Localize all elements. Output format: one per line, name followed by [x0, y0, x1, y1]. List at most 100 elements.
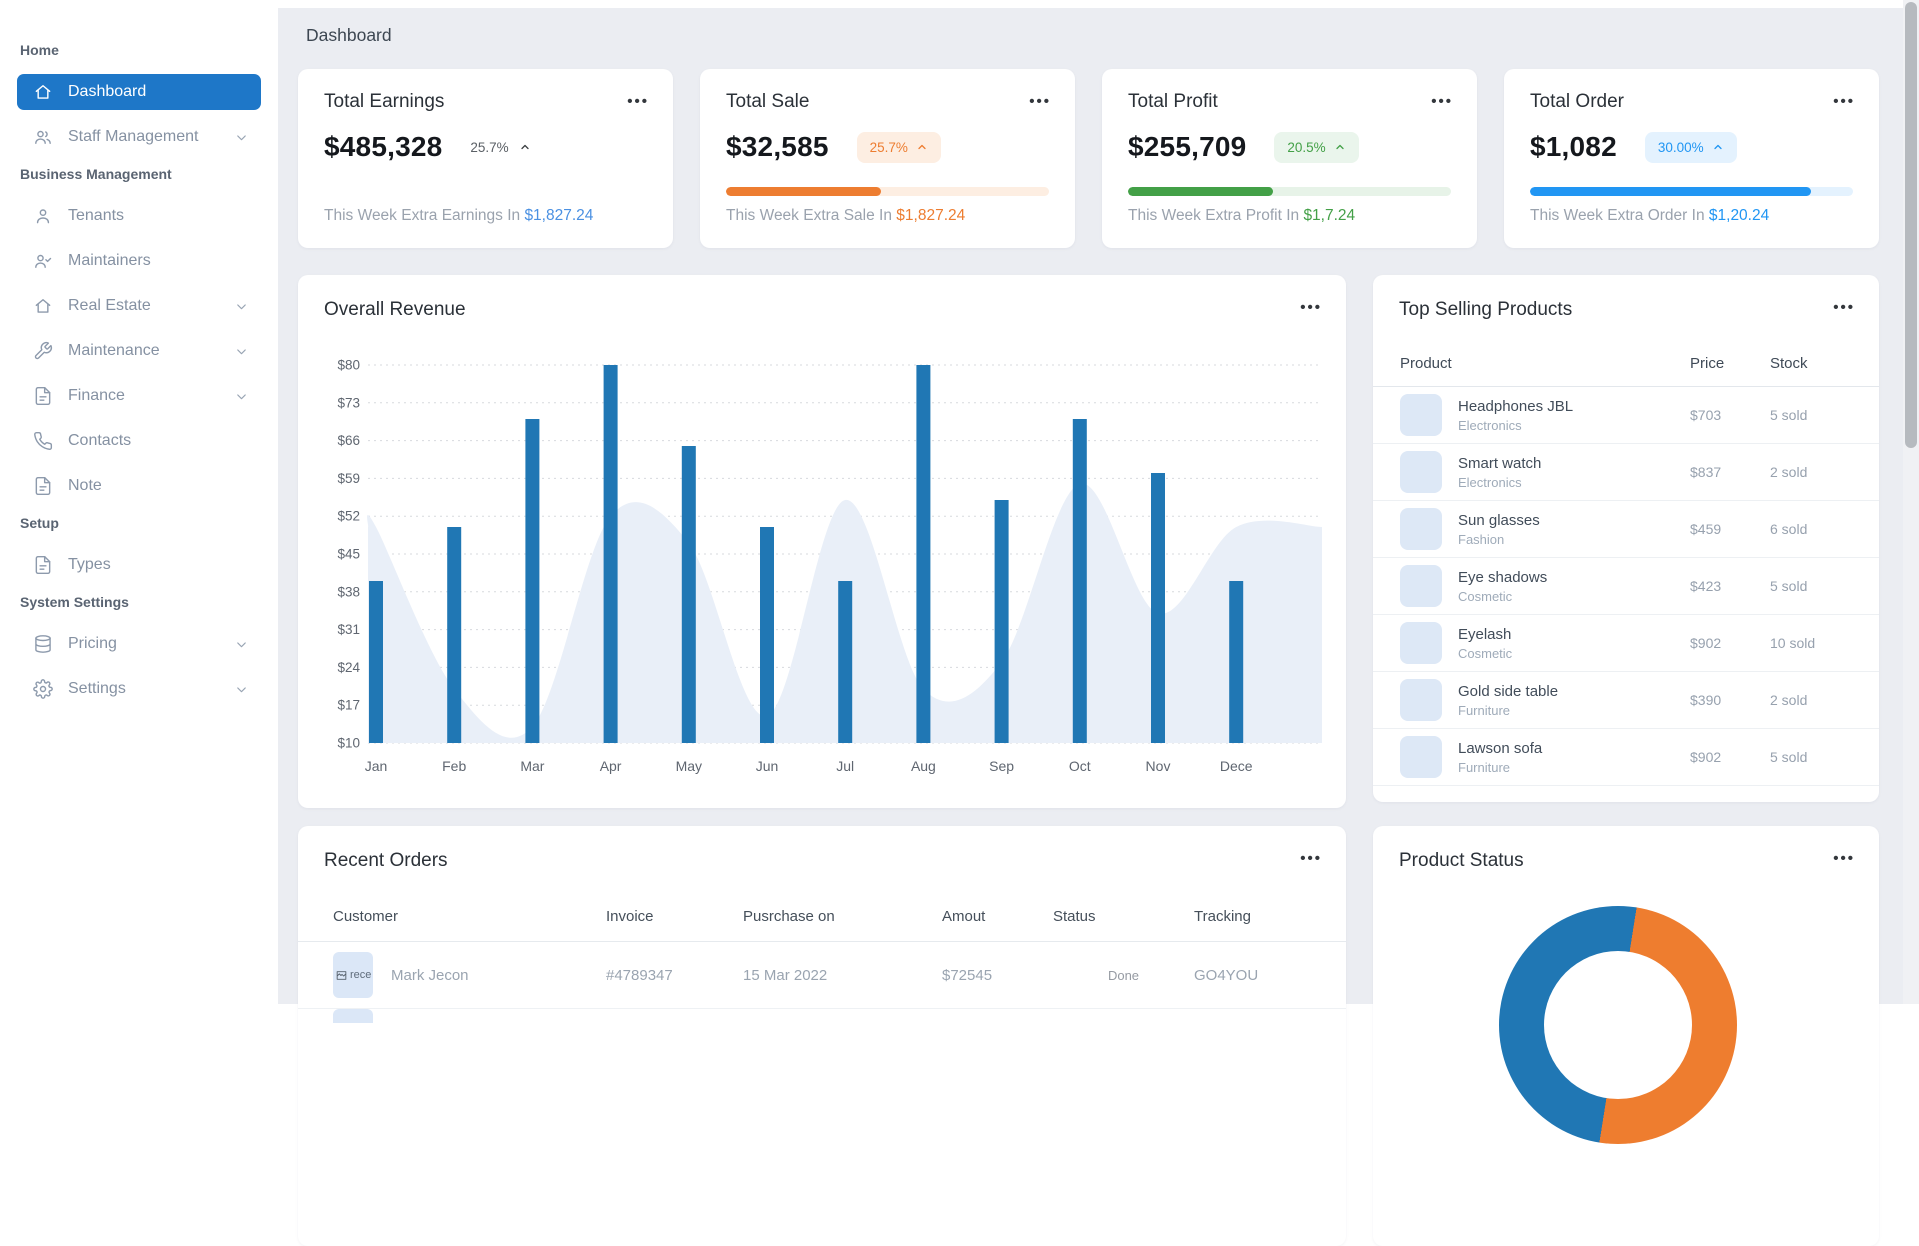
panel-title: Recent Orders	[324, 850, 448, 871]
card-footer: This Week Extra Order In $1,20.24	[1530, 207, 1770, 224]
sidebar-item-finance[interactable]: Finance	[17, 378, 261, 414]
order-amount: $72545	[942, 966, 993, 984]
product-name: Sun glasses	[1458, 511, 1540, 529]
order-status: Done	[1107, 967, 1140, 983]
sidebar-item-types[interactable]: Types	[17, 547, 261, 583]
sidebar-item-dashboard[interactable]: Dashboard	[17, 74, 261, 110]
product-stock: 5 sold	[1770, 407, 1808, 423]
menu-dots-button[interactable]: •••	[1296, 846, 1326, 871]
sidebar-item-maintainers[interactable]: Maintainers	[17, 243, 261, 279]
sidebar-item-real-estate[interactable]: Real Estate	[17, 288, 261, 324]
x-tick-label: Jan	[365, 758, 388, 774]
panel-title: Product Status	[1399, 850, 1524, 871]
x-tick-label: Sep	[989, 758, 1014, 774]
sidebar-item-staff-management[interactable]: Staff Management	[17, 119, 261, 155]
change-badge: 30.00%	[1644, 131, 1737, 163]
phone-icon	[33, 431, 53, 451]
menu-dots-button[interactable]: •••	[1296, 295, 1326, 320]
stat-card-total-earnings: Total Earnings ••• $485,328 25.7% This Week …	[298, 69, 673, 248]
sidebar-item-label: Settings	[68, 680, 126, 697]
sidebar-item-tenants[interactable]: Tenants	[17, 198, 261, 234]
product-row-smart-watch[interactable]: Smart watch Electronics $837 2 sold	[1373, 444, 1879, 501]
progress-track	[726, 187, 1049, 196]
breadcrumb[interactable]: Dashboard	[306, 25, 392, 46]
scrollbar-track[interactable]	[1903, 0, 1919, 1004]
bar-Apr	[603, 365, 618, 743]
y-tick-label: $66	[337, 433, 360, 448]
x-tick-label: Oct	[1069, 758, 1091, 774]
gear-icon	[33, 679, 53, 699]
product-row-headphones-jbl[interactable]: Headphones JBL Electronics $703 5 sold	[1373, 387, 1879, 444]
sidebar-item-label: Pricing	[68, 635, 117, 652]
top-products-table: Product Price Stock Headphones JBL Electroni…	[1373, 355, 1879, 786]
menu-dots-button[interactable]: •••	[623, 89, 653, 114]
column-header-tracking: Tracking	[1194, 908, 1251, 925]
scrollbar-thumb[interactable]	[1905, 2, 1917, 448]
panel-title: Overall Revenue	[324, 299, 466, 320]
home-icon	[33, 82, 53, 102]
order-row-mark-jecon[interactable]: rece Mark Jecon #4789347 15 Mar 2022 $72545 D…	[298, 942, 1346, 1009]
y-tick-label: $38	[337, 584, 360, 599]
product-thumbnail	[1400, 565, 1442, 607]
product-thumbnail	[1400, 679, 1442, 721]
sidebar-item-pricing[interactable]: Pricing	[17, 626, 261, 662]
column-header-product: Product	[1400, 355, 1452, 372]
menu-dots-button[interactable]: •••	[1829, 295, 1859, 320]
menu-dots-button[interactable]: •••	[1829, 89, 1859, 114]
chevron-up-icon	[1712, 141, 1724, 153]
users-icon	[33, 127, 53, 147]
product-stock: 2 sold	[1770, 464, 1808, 480]
avatar-alt-text: rece	[350, 969, 372, 981]
column-header-customer: Customer	[333, 908, 399, 925]
product-row-sun-glasses[interactable]: Sun glasses Fashion $459 6 sold	[1373, 501, 1879, 558]
products-table-header: Product Price Stock	[1373, 355, 1879, 387]
menu-dots-button[interactable]: •••	[1829, 846, 1859, 871]
stat-card-total-sale: Total Sale ••• $32,585 25.7% This Week Extra…	[700, 69, 1075, 248]
sidebar-item-label: Maintenance	[68, 342, 160, 359]
change-value: 25.7%	[470, 139, 509, 155]
sidebar-item-settings[interactable]: Settings	[17, 671, 261, 707]
product-row-eyelash[interactable]: Eyelash Cosmetic $902 10 sold	[1373, 615, 1879, 672]
sidebar-item-maintenance[interactable]: Maintenance	[17, 333, 261, 369]
x-tick-label: Mar	[520, 758, 544, 774]
bar-Nov	[1151, 473, 1165, 743]
product-price: $459	[1690, 521, 1722, 537]
progress-fill	[726, 187, 882, 196]
chevron-up-icon	[916, 141, 928, 153]
product-stock: 10 sold	[1770, 635, 1816, 651]
menu-dots-button[interactable]: •••	[1025, 89, 1055, 114]
progress-track	[1530, 187, 1853, 196]
stat-card-total-profit: Total Profit ••• $255,709 20.5% This Week Ex…	[1102, 69, 1477, 248]
product-row-eye-shadows[interactable]: Eye shadows Cosmetic $423 5 sold	[1373, 558, 1879, 615]
product-row-gold-side-table[interactable]: Gold side table Furniture $390 2 sold	[1373, 672, 1879, 729]
x-tick-label: Aug	[911, 758, 936, 774]
product-row-lawson-sofa[interactable]: Lawson sofa Furniture $902 5 sold	[1373, 729, 1879, 786]
chevron-down-icon	[234, 637, 249, 652]
sidebar-item-note[interactable]: Note	[17, 468, 261, 504]
product-name: Eye shadows	[1458, 568, 1548, 586]
chevron-down-icon	[234, 344, 249, 359]
panel-title: Top Selling Products	[1399, 299, 1573, 320]
chevron-up-icon	[1334, 141, 1346, 153]
bar-Mar	[525, 419, 540, 743]
footer-amount: $1,827.24	[896, 207, 966, 224]
bar-Jun	[760, 527, 774, 743]
product-stock: 6 sold	[1770, 521, 1808, 537]
database-icon	[33, 634, 53, 654]
product-stock: 5 sold	[1770, 749, 1808, 765]
top-selling-products-panel: Top Selling Products ••• Product Price Sto…	[1373, 275, 1879, 802]
column-header-stock: Stock	[1770, 355, 1808, 372]
y-tick-label: $24	[337, 660, 360, 675]
card-value: $32,585	[726, 131, 829, 162]
product-category: Furniture	[1458, 702, 1511, 718]
product-price: $902	[1690, 635, 1722, 651]
chevron-up-icon	[519, 141, 531, 153]
stat-cards-row: Total Earnings ••• $485,328 25.7% This Week …	[298, 69, 1879, 248]
card-footer: This Week Extra Profit In $1,7.24	[1128, 207, 1356, 224]
footer-amount: $1,20.24	[1708, 207, 1770, 224]
stat-card-total-order: Total Order ••• $1,082 30.00% This Week Extr…	[1504, 69, 1879, 248]
menu-dots-button[interactable]: •••	[1427, 89, 1457, 114]
x-tick-label: Jun	[756, 758, 779, 774]
sidebar-item-contacts[interactable]: Contacts	[17, 423, 261, 459]
product-name: Smart watch	[1458, 454, 1542, 472]
